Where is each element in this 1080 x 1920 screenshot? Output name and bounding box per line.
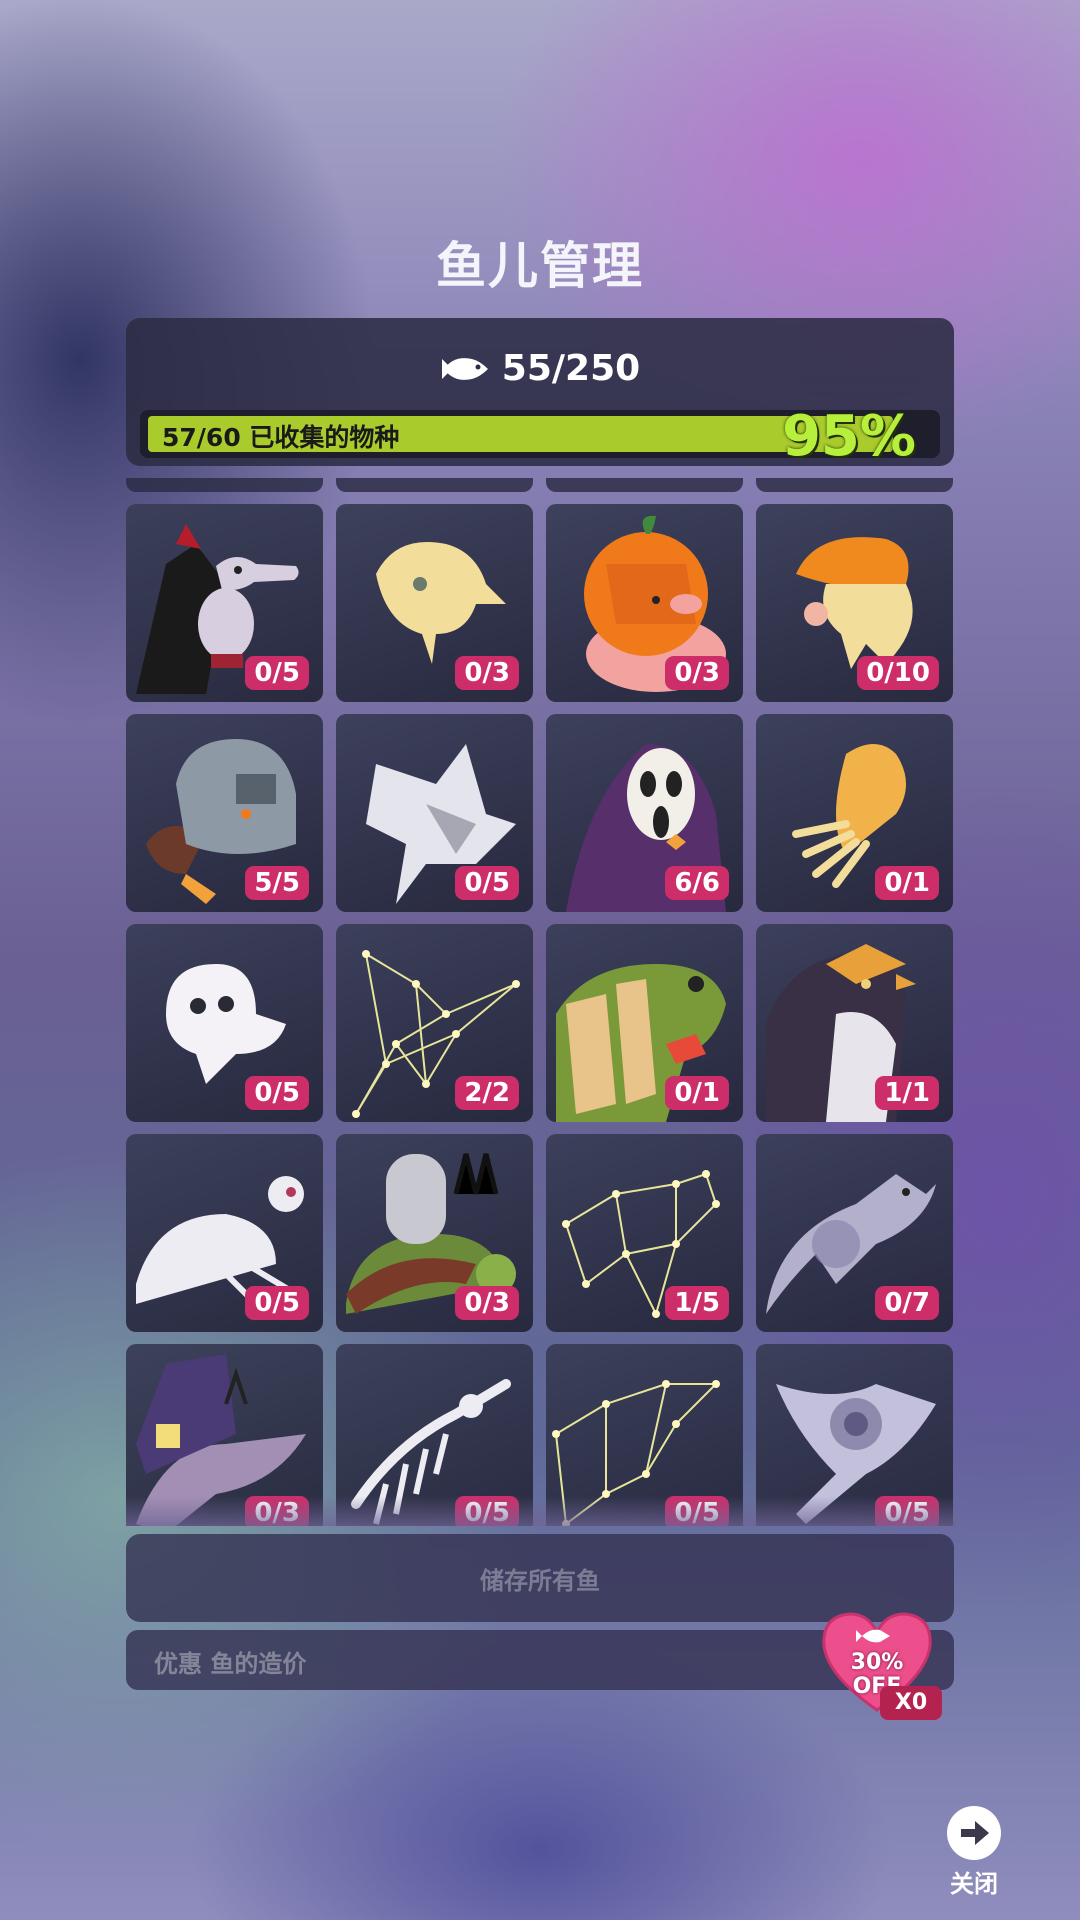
species-progress-bar: 57/60 已收集的物种 95% (140, 410, 940, 458)
previous-row-edge (126, 478, 956, 492)
species-count-badge: 6/6 (665, 866, 729, 900)
species-tile[interactable]: 0/5 (336, 714, 533, 912)
species-tile[interactable]: 0/7 (756, 1134, 953, 1332)
species-tile[interactable]: 0/5 (546, 1344, 743, 1526)
species-tile[interactable]: 0/5 (126, 1134, 323, 1332)
close-label: 关闭 (950, 1870, 998, 1898)
species-tile[interactable]: 0/5 (126, 924, 323, 1122)
species-tile[interactable]: 1/5 (546, 1134, 743, 1332)
species-count-badge: 2/2 (455, 1076, 519, 1110)
collection-summary-panel: 55/250 57/60 已收集的物种 95% (126, 318, 954, 466)
species-tile[interactable]: 0/5 (756, 1344, 953, 1526)
species-count-badge: 1/1 (875, 1076, 939, 1110)
species-count-badge: 0/5 (245, 656, 309, 690)
close-button[interactable] (947, 1806, 1001, 1860)
fish-icon (441, 357, 488, 380)
species-tile[interactable]: 0/5 (336, 1344, 533, 1526)
species-count-badge: 0/5 (875, 1496, 939, 1526)
species-count-badge: 0/5 (665, 1496, 729, 1526)
species-count-badge: 0/5 (245, 1286, 309, 1320)
species-count-badge: 0/1 (875, 866, 939, 900)
page-title: 鱼儿管理 (436, 237, 644, 295)
species-count-badge: 0/3 (665, 656, 729, 690)
skeleton-swordfish-icon (351, 1379, 511, 1525)
arrow-right-icon (961, 1821, 989, 1845)
species-count-badge: 0/1 (665, 1076, 729, 1110)
species-tile[interactable]: 0/3 (336, 504, 533, 702)
fish-count-value: 55/250 (501, 348, 641, 389)
constellation-dolphin-icon (552, 1380, 720, 1526)
species-count-badge: 0/5 (245, 1076, 309, 1110)
discount-percent: 30% (850, 1650, 904, 1675)
fish-count: 55/250 (126, 348, 954, 389)
discount-label: 优惠 鱼的造价 (154, 1650, 307, 1678)
species-count-badge: 0/3 (245, 1496, 309, 1526)
species-count-badge: 0/10 (857, 656, 939, 690)
species-tile[interactable]: 1/1 (756, 924, 953, 1122)
species-count-badge: 0/7 (875, 1286, 939, 1320)
species-grid[interactable]: 0/5 0/3 0/3 0/10 5/5 0/5 6/6 0/1 0/5 2/2… (126, 478, 956, 1526)
species-tile[interactable]: 0/3 (336, 1134, 533, 1332)
species-count-badge: 0/5 (455, 1496, 519, 1526)
species-tile[interactable]: 6/6 (546, 714, 743, 912)
manta-ray-icon (776, 1384, 936, 1524)
species-tile[interactable]: 0/3 (126, 1344, 323, 1526)
species-count-badge: 5/5 (245, 866, 309, 900)
species-tile[interactable]: 0/1 (756, 714, 953, 912)
species-tile[interactable]: 0/3 (546, 504, 743, 702)
species-tile[interactable]: 0/5 (126, 504, 323, 702)
species-tile[interactable]: 2/2 (336, 924, 533, 1122)
species-count-badge: 1/5 (665, 1286, 729, 1320)
species-tile[interactable]: 5/5 (126, 714, 323, 912)
species-count-badge: 0/5 (455, 866, 519, 900)
species-progress-label: 57/60 已收集的物种 (162, 423, 400, 452)
species-progress-percent: 95% (781, 410, 916, 458)
species-tile[interactable]: 0/1 (546, 924, 743, 1122)
haunted-house-dolphin-icon (136, 1354, 306, 1526)
species-tile[interactable]: 0/10 (756, 504, 953, 702)
discount-count: X0 (880, 1686, 942, 1720)
species-count-badge: 0/3 (455, 656, 519, 690)
species-count-badge: 0/3 (455, 1286, 519, 1320)
